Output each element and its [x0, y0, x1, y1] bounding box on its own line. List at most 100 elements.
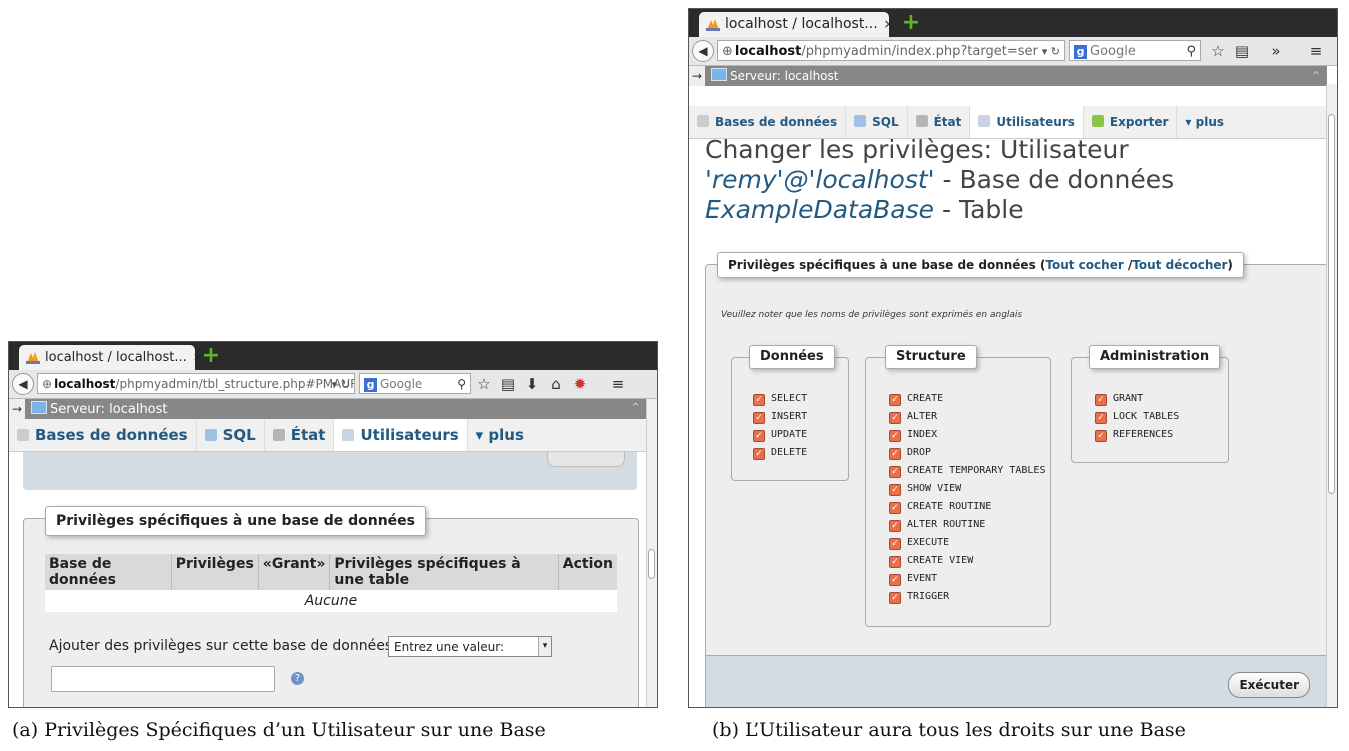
privilege-checkbox[interactable]: ✓ TRIGGER: [889, 591, 949, 604]
database-select[interactable]: Entrez une valeur: ▾: [388, 636, 552, 657]
home-icon[interactable]: ⌂: [547, 375, 565, 393]
scrollbar-thumb[interactable]: [648, 549, 655, 579]
execute-button[interactable]: Exécuter: [1228, 672, 1310, 698]
vertical-scrollbar[interactable]: [646, 399, 657, 707]
checkbox-checked-icon[interactable]: ✓: [889, 556, 901, 568]
privilege-checkbox[interactable]: ✓ CREATE: [889, 393, 943, 406]
privilege-checkbox[interactable]: ✓ DROP: [889, 447, 931, 460]
phpmyadmin-favicon-icon: [706, 19, 720, 31]
url-dropdown-reload-icon[interactable]: ▾ ↻: [1038, 41, 1060, 60]
checkbox-checked-icon[interactable]: ✓: [889, 448, 901, 460]
chevron-down-icon[interactable]: ▾: [538, 637, 551, 656]
checkbox-checked-icon[interactable]: ✓: [753, 394, 765, 406]
tab-export[interactable]: Exporter: [1084, 106, 1178, 138]
url-host: localhost: [734, 44, 802, 59]
title-line-3: ExampleDataBase - Table: [705, 195, 1174, 225]
tab-label: État: [933, 115, 962, 129]
checkbox-checked-icon[interactable]: ✓: [1095, 430, 1107, 442]
checkbox-checked-icon[interactable]: ✓: [889, 592, 901, 604]
checkbox-checked-icon[interactable]: ✓: [889, 466, 901, 478]
back-arrow-icon[interactable]: ◀: [692, 40, 714, 62]
privilege-checkbox[interactable]: ✓ GRANT: [1095, 393, 1143, 406]
collapse-icon[interactable]: ⌃: [1311, 66, 1321, 86]
tab-sql[interactable]: SQL: [197, 419, 265, 451]
bookmark-star-icon[interactable]: ☆: [475, 375, 493, 393]
browser-tab-bar: localhost / localhost... × +: [9, 342, 657, 370]
search-icon[interactable]: ⚲: [457, 374, 466, 395]
execute-button-partial[interactable]: [547, 452, 625, 467]
navigation-toggle-icon[interactable]: →: [9, 399, 25, 419]
privilege-checkbox[interactable]: ✓ REFERENCES: [1095, 429, 1173, 442]
search-box[interactable]: g Google ⚲: [1069, 40, 1201, 61]
checkbox-checked-icon[interactable]: ✓: [889, 412, 901, 424]
sql-icon: [204, 429, 217, 441]
tab-status[interactable]: État: [265, 419, 335, 451]
download-icon[interactable]: ⬇: [523, 375, 541, 393]
database-link[interactable]: ExampleDataBase: [705, 195, 934, 224]
checkbox-checked-icon[interactable]: ✓: [753, 448, 765, 460]
privilege-checkbox[interactable]: ✓ CREATE VIEW: [889, 555, 973, 568]
browser-tab[interactable]: localhost / localhost... ×: [699, 12, 894, 37]
search-box[interactable]: g Google ⚲: [359, 373, 471, 394]
privilege-checkbox[interactable]: ✓ INDEX: [889, 429, 937, 442]
database-name-input[interactable]: [51, 666, 275, 692]
tab-databases[interactable]: Bases de données: [9, 419, 197, 451]
checkbox-checked-icon[interactable]: ✓: [753, 412, 765, 424]
privilege-checkbox[interactable]: ✓ UPDATE: [753, 429, 807, 442]
new-tab-icon[interactable]: +: [901, 12, 921, 34]
bookmarks-menu-icon[interactable]: ▤: [499, 375, 517, 393]
privilege-checkbox[interactable]: ✓ EXECUTE: [889, 537, 949, 550]
tab-more[interactable]: ▾ plus: [468, 419, 532, 451]
menu-icon[interactable]: ≡: [1307, 42, 1325, 60]
privilege-checkbox[interactable]: ✓ INSERT: [753, 411, 807, 424]
scrollbar-thumb[interactable]: [1328, 114, 1335, 494]
bookmarks-menu-icon[interactable]: ▤: [1233, 42, 1251, 60]
browser-tab[interactable]: localhost / localhost... ×: [19, 345, 203, 370]
tab-status[interactable]: État: [908, 106, 971, 138]
tab-users[interactable]: Utilisateurs: [970, 106, 1084, 138]
checkbox-checked-icon[interactable]: ✓: [889, 430, 901, 442]
new-tab-icon[interactable]: +: [201, 345, 221, 367]
title-line-1: Changer les privilèges: Utilisateur: [705, 135, 1129, 164]
collapse-icon[interactable]: ⌃: [630, 399, 641, 419]
tab-users[interactable]: Utilisateurs: [334, 419, 468, 451]
search-icon[interactable]: ⚲: [1186, 41, 1196, 62]
checkbox-checked-icon[interactable]: ✓: [889, 574, 901, 586]
checkbox-checked-icon[interactable]: ✓: [889, 484, 901, 496]
checkbox-checked-icon[interactable]: ✓: [889, 538, 901, 550]
vertical-scrollbar[interactable]: [1326, 84, 1337, 707]
check-all-link[interactable]: Tout cocher: [1045, 258, 1123, 272]
privilege-checkbox[interactable]: ✓ ALTER: [889, 411, 937, 424]
addon-icon[interactable]: ✹: [571, 375, 589, 393]
privilege-checkbox[interactable]: ✓ SELECT: [753, 393, 807, 406]
uncheck-all-link[interactable]: Tout décocher: [1132, 258, 1227, 272]
checkbox-checked-icon[interactable]: ✓: [889, 520, 901, 532]
tab-sql[interactable]: SQL: [846, 106, 908, 138]
privilege-checkbox[interactable]: ✓ CREATE TEMPORARY TABLES: [889, 465, 1045, 478]
privilege-checkbox[interactable]: ✓ LOCK TABLES: [1095, 411, 1179, 424]
menu-icon[interactable]: ≡: [609, 375, 627, 393]
url-bar[interactable]: ⊕ localhost/phpmyadmin/index.php?target=s…: [717, 40, 1065, 61]
tab-more[interactable]: ▾ plus: [1177, 106, 1232, 138]
checkbox-checked-icon[interactable]: ✓: [889, 502, 901, 514]
privilege-checkbox[interactable]: ✓ SHOW VIEW: [889, 483, 961, 496]
privilege-checkbox[interactable]: ✓ EVENT: [889, 573, 937, 586]
help-icon[interactable]: ?: [291, 672, 304, 685]
privilege-checkbox[interactable]: ✓ CREATE ROUTINE: [889, 501, 991, 514]
url-dropdown-reload-icon[interactable]: ▾ ↻: [332, 374, 350, 393]
privilege-checkbox[interactable]: ✓ ALTER ROUTINE: [889, 519, 985, 532]
checkbox-checked-icon[interactable]: ✓: [753, 430, 765, 442]
checkbox-checked-icon[interactable]: ✓: [1095, 394, 1107, 406]
url-bar[interactable]: ⊕ localhost/phpmyadmin/tbl_structure.php#…: [37, 373, 355, 394]
overflow-icon[interactable]: »: [1267, 42, 1285, 60]
checkbox-checked-icon[interactable]: ✓: [1095, 412, 1107, 424]
navigation-toggle-icon[interactable]: →: [689, 66, 705, 86]
user-link[interactable]: 'remy'@'localhost': [705, 165, 935, 194]
admin-privileges-group: [1071, 357, 1229, 463]
tab-databases[interactable]: Bases de données: [689, 106, 847, 138]
back-arrow-icon[interactable]: ◀: [12, 373, 34, 395]
privilege-checkbox[interactable]: ✓ DELETE: [753, 447, 807, 460]
close-icon[interactable]: ×: [884, 17, 894, 31]
checkbox-checked-icon[interactable]: ✓: [889, 394, 901, 406]
bookmark-star-icon[interactable]: ☆: [1209, 42, 1227, 60]
